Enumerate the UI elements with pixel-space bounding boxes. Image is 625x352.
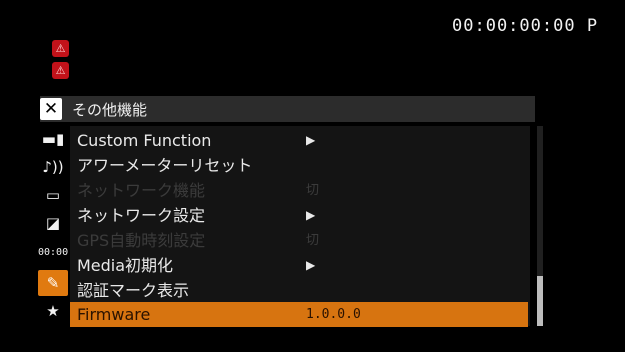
menu-title: その他機能 — [72, 101, 148, 119]
menu-item-hour-meter-reset[interactable]: アワーメーターリセット — [70, 153, 528, 178]
warning-icon-lower: ⚠ — [52, 62, 69, 79]
menu-item-network-function: ネットワーク機能 切 — [70, 178, 528, 203]
menu-item-value: 切 — [306, 183, 320, 198]
menu-item-gps-auto-time: GPS自動時刻設定 切 — [70, 228, 528, 253]
chevron-right-icon: ▶ — [306, 133, 316, 147]
my-menu-star-icon[interactable]: ★ — [38, 298, 68, 324]
menu-item-label: ネットワーク機能 — [77, 181, 206, 200]
menu-item-label: アワーメーターリセット — [77, 156, 253, 175]
warning-icon-upper: ⚠ — [52, 40, 69, 57]
menu-item-list: Custom Function ▶ アワーメーターリセット ネットワーク機能 切… — [70, 126, 530, 327]
menu-item-label: ネットワーク設定 — [77, 206, 206, 225]
camera-icon[interactable]: ▬▮ — [38, 126, 68, 152]
menu-item-media-initialize[interactable]: Media初期化 ▶ — [70, 253, 528, 278]
menu-item-label: Firmware — [77, 305, 151, 324]
scrollbar[interactable] — [537, 126, 543, 326]
menu-item-firmware[interactable]: Firmware 1.0.0.0 — [70, 302, 528, 327]
menu-item-value: 切 — [306, 233, 320, 248]
menu-item-custom-function[interactable]: Custom Function ▶ — [70, 128, 528, 153]
scrollbar-thumb[interactable] — [537, 276, 543, 326]
menu-item-label: 認証マーク表示 — [77, 281, 190, 300]
timecode-icon[interactable]: 00:00 — [38, 240, 68, 266]
firmware-version: 1.0.0.0 — [306, 307, 361, 322]
menu-item-label: Custom Function — [77, 131, 212, 150]
chevron-right-icon: ▶ — [306, 208, 316, 222]
menu-category-sidebar: ▬▮ ♪)) ▭ ◪ 00:00 ✎ ★ — [38, 126, 68, 326]
audio-icon[interactable]: ♪)) — [38, 154, 68, 180]
menu-header: ✕ その他機能 — [40, 96, 535, 122]
menu-item-label: Media初期化 — [77, 256, 174, 275]
menu-item-network-settings[interactable]: ネットワーク設定 ▶ — [70, 203, 528, 228]
display-icon[interactable]: ◪ — [38, 210, 68, 236]
system-setup-icon[interactable]: ✎ — [38, 270, 68, 296]
chevron-right-icon: ▶ — [306, 258, 316, 272]
recording-media-icon[interactable]: ▭ — [38, 182, 68, 208]
timecode-display: 00:00:00:00 P — [452, 16, 599, 36]
menu-item-certification-logo[interactable]: 認証マーク表示 — [70, 278, 528, 303]
close-icon[interactable]: ✕ — [40, 98, 62, 120]
menu-item-label: GPS自動時刻設定 — [77, 231, 206, 250]
